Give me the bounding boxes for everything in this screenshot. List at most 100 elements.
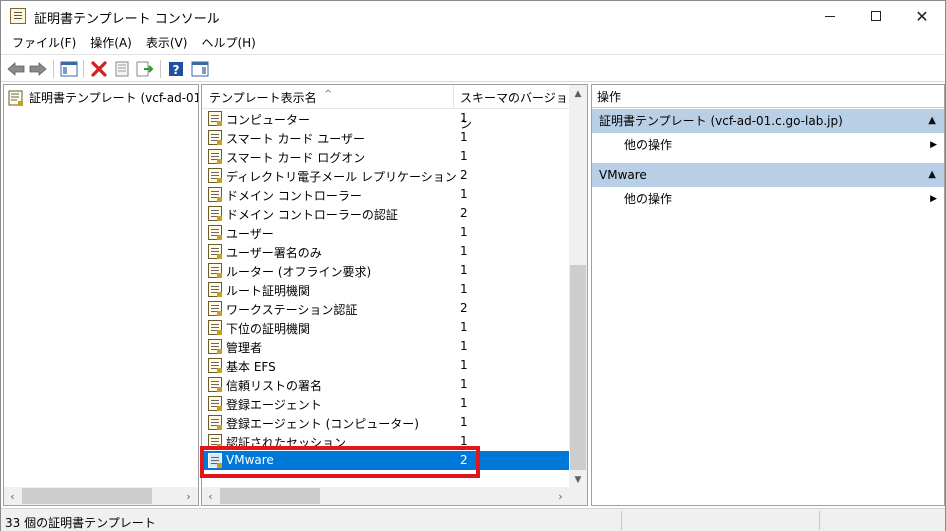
certificate-template-icon [208,263,222,278]
list-hscroll-thumb[interactable] [220,488,320,504]
certificate-template-icon [208,339,222,354]
schema-version: 1 [460,415,468,429]
template-name: 登録エージェント (コンピューター) [226,417,419,431]
export-list-button[interactable] [135,59,155,79]
sort-ascending-icon: ^ [324,89,333,100]
scroll-corner [569,487,587,505]
table-row[interactable]: ルート証明機関 1 [202,280,569,299]
delete-button[interactable] [89,59,109,79]
schema-version: 1 [460,225,468,239]
properties-icon [115,61,129,77]
tree-horizontal-scrollbar[interactable]: ‹ › [4,487,198,505]
table-row[interactable]: ドメイン コントローラーの認証 2 [202,204,569,223]
export-icon [136,61,154,77]
menu-help[interactable]: ヘルプ(H) [194,32,262,53]
certificate-template-icon [208,301,222,316]
list-vertical-scrollbar[interactable]: ▲ ▼ [569,85,587,488]
table-row[interactable]: 管理者 1 [202,337,569,356]
schema-version: 2 [460,168,468,182]
action-more-actions[interactable]: 他の操作 ▶ [592,134,944,156]
table-row[interactable]: 基本 EFS 1 [202,356,569,375]
template-name: コンピューター [226,113,311,127]
template-name: ドメイン コントローラーの認証 [226,208,398,222]
table-row[interactable]: スマート カード ログオン 1 [202,147,569,166]
template-name: スマート カード ユーザー [226,132,366,146]
scroll-left-icon[interactable]: ‹ [202,487,219,505]
menu-action[interactable]: 操作(A) [83,32,139,53]
table-row[interactable]: ルーター (オフライン要求) 1 [202,261,569,280]
title-bar: 証明書テンプレート コンソール ✕ [1,1,945,31]
certificate-template-icon [208,130,222,145]
tree-scroll-thumb[interactable] [22,488,152,504]
close-icon: ✕ [915,6,929,26]
table-row[interactable]: ユーザー署名のみ 1 [202,242,569,261]
template-name: ルート証明機関 [226,284,311,298]
forward-arrow-icon [29,62,47,76]
table-row-selected[interactable]: VMware 2 [202,451,569,470]
action-group-header-templates[interactable]: 証明書テンプレート (vcf-ad-01.c.go-lab.jp) ▲ [592,109,944,133]
table-row[interactable]: ワークステーション認証 2 [202,299,569,318]
certificate-template-icon [208,377,222,392]
template-name: 基本 EFS [226,360,276,374]
certificate-template-icon [208,225,222,240]
certificate-template-icon [208,320,222,335]
minimize-icon [825,15,835,17]
certificate-template-icon [208,434,222,449]
column-header-schema-version[interactable]: スキーマのバージョン [455,85,569,131]
actions-pane: 操作 証明書テンプレート (vcf-ad-01.c.go-lab.jp) ▲ 他… [591,84,945,506]
table-row[interactable]: スマート カード ユーザー 1 [202,128,569,147]
collapse-up-icon[interactable]: ▲ [928,163,936,187]
scroll-down-icon[interactable]: ▼ [569,471,587,488]
submenu-arrow-icon: ▶ [930,194,937,204]
certificate-templates-icon [8,90,23,106]
menu-file[interactable]: ファイル(F) [5,32,83,53]
show-hide-tree-button[interactable] [59,59,79,79]
collapse-up-icon[interactable]: ▲ [928,109,936,133]
certificate-template-icon [208,168,222,183]
certificate-template-icon [208,149,222,164]
show-hide-action-pane-button[interactable] [190,59,210,79]
schema-version: 1 [460,149,468,163]
schema-version: 2 [460,301,468,315]
certificate-template-icon [208,282,222,297]
svg-text:?: ? [173,63,180,77]
table-row[interactable]: 信頼リストの署名 1 [202,375,569,394]
template-list-pane: テンプレート表示名 ^ スキーマのバージョン コンピューター 1 スマート カード… [201,84,588,506]
schema-version: 2 [460,206,468,220]
table-row[interactable]: コンピューター 1 [202,109,569,128]
action-more-actions[interactable]: 他の操作 ▶ [592,188,944,210]
help-button[interactable]: ? [166,59,186,79]
forward-button[interactable] [28,59,48,79]
schema-version: 1 [460,187,468,201]
menu-view[interactable]: 表示(V) [139,32,195,53]
template-name: 登録エージェント [226,398,322,412]
column-header-template-name[interactable]: テンプレート表示名 ^ [202,85,454,109]
close-button[interactable]: ✕ [899,1,945,31]
template-name: スマート カード ログオン [226,151,366,165]
table-row[interactable]: 登録エージェント (コンピューター) 1 [202,413,569,432]
tree-root-label: 証明書テンプレート (vcf-ad-01.c.go-lab.jp) [29,91,199,105]
table-row[interactable]: 認証されたセッション 1 [202,432,569,451]
list-horizontal-scrollbar[interactable]: ‹ › [202,487,569,505]
table-row[interactable]: ディレクトリ電子メール レプリケーション 2 [202,166,569,185]
status-text: 33 個の証明書テンプレート [5,516,156,530]
minimize-button[interactable] [807,1,853,31]
scroll-up-icon[interactable]: ▲ [569,85,587,102]
delete-x-icon [91,61,107,77]
scroll-left-icon[interactable]: ‹ [4,487,21,505]
maximize-icon [871,11,881,21]
main-window: 証明書テンプレート コンソール ✕ ファイル(F) 操作(A) 表示(V) ヘル… [0,0,946,531]
table-row[interactable]: ユーザー 1 [202,223,569,242]
scroll-right-icon[interactable]: › [180,487,197,505]
maximize-button[interactable] [853,1,899,31]
action-group-header-vmware[interactable]: VMware ▲ [592,163,944,187]
properties-button[interactable] [112,59,132,79]
certificate-template-icon [208,111,222,126]
back-button[interactable] [6,59,26,79]
scroll-right-icon[interactable]: › [552,487,569,505]
table-row[interactable]: 下位の証明機関 1 [202,318,569,337]
table-row[interactable]: 登録エージェント 1 [202,394,569,413]
table-row[interactable]: ドメイン コントローラー 1 [202,185,569,204]
list-vscroll-thumb[interactable] [570,265,586,470]
tree-root-item[interactable]: 証明書テンプレート (vcf-ad-01.c.go-lab.jp) [8,89,199,106]
